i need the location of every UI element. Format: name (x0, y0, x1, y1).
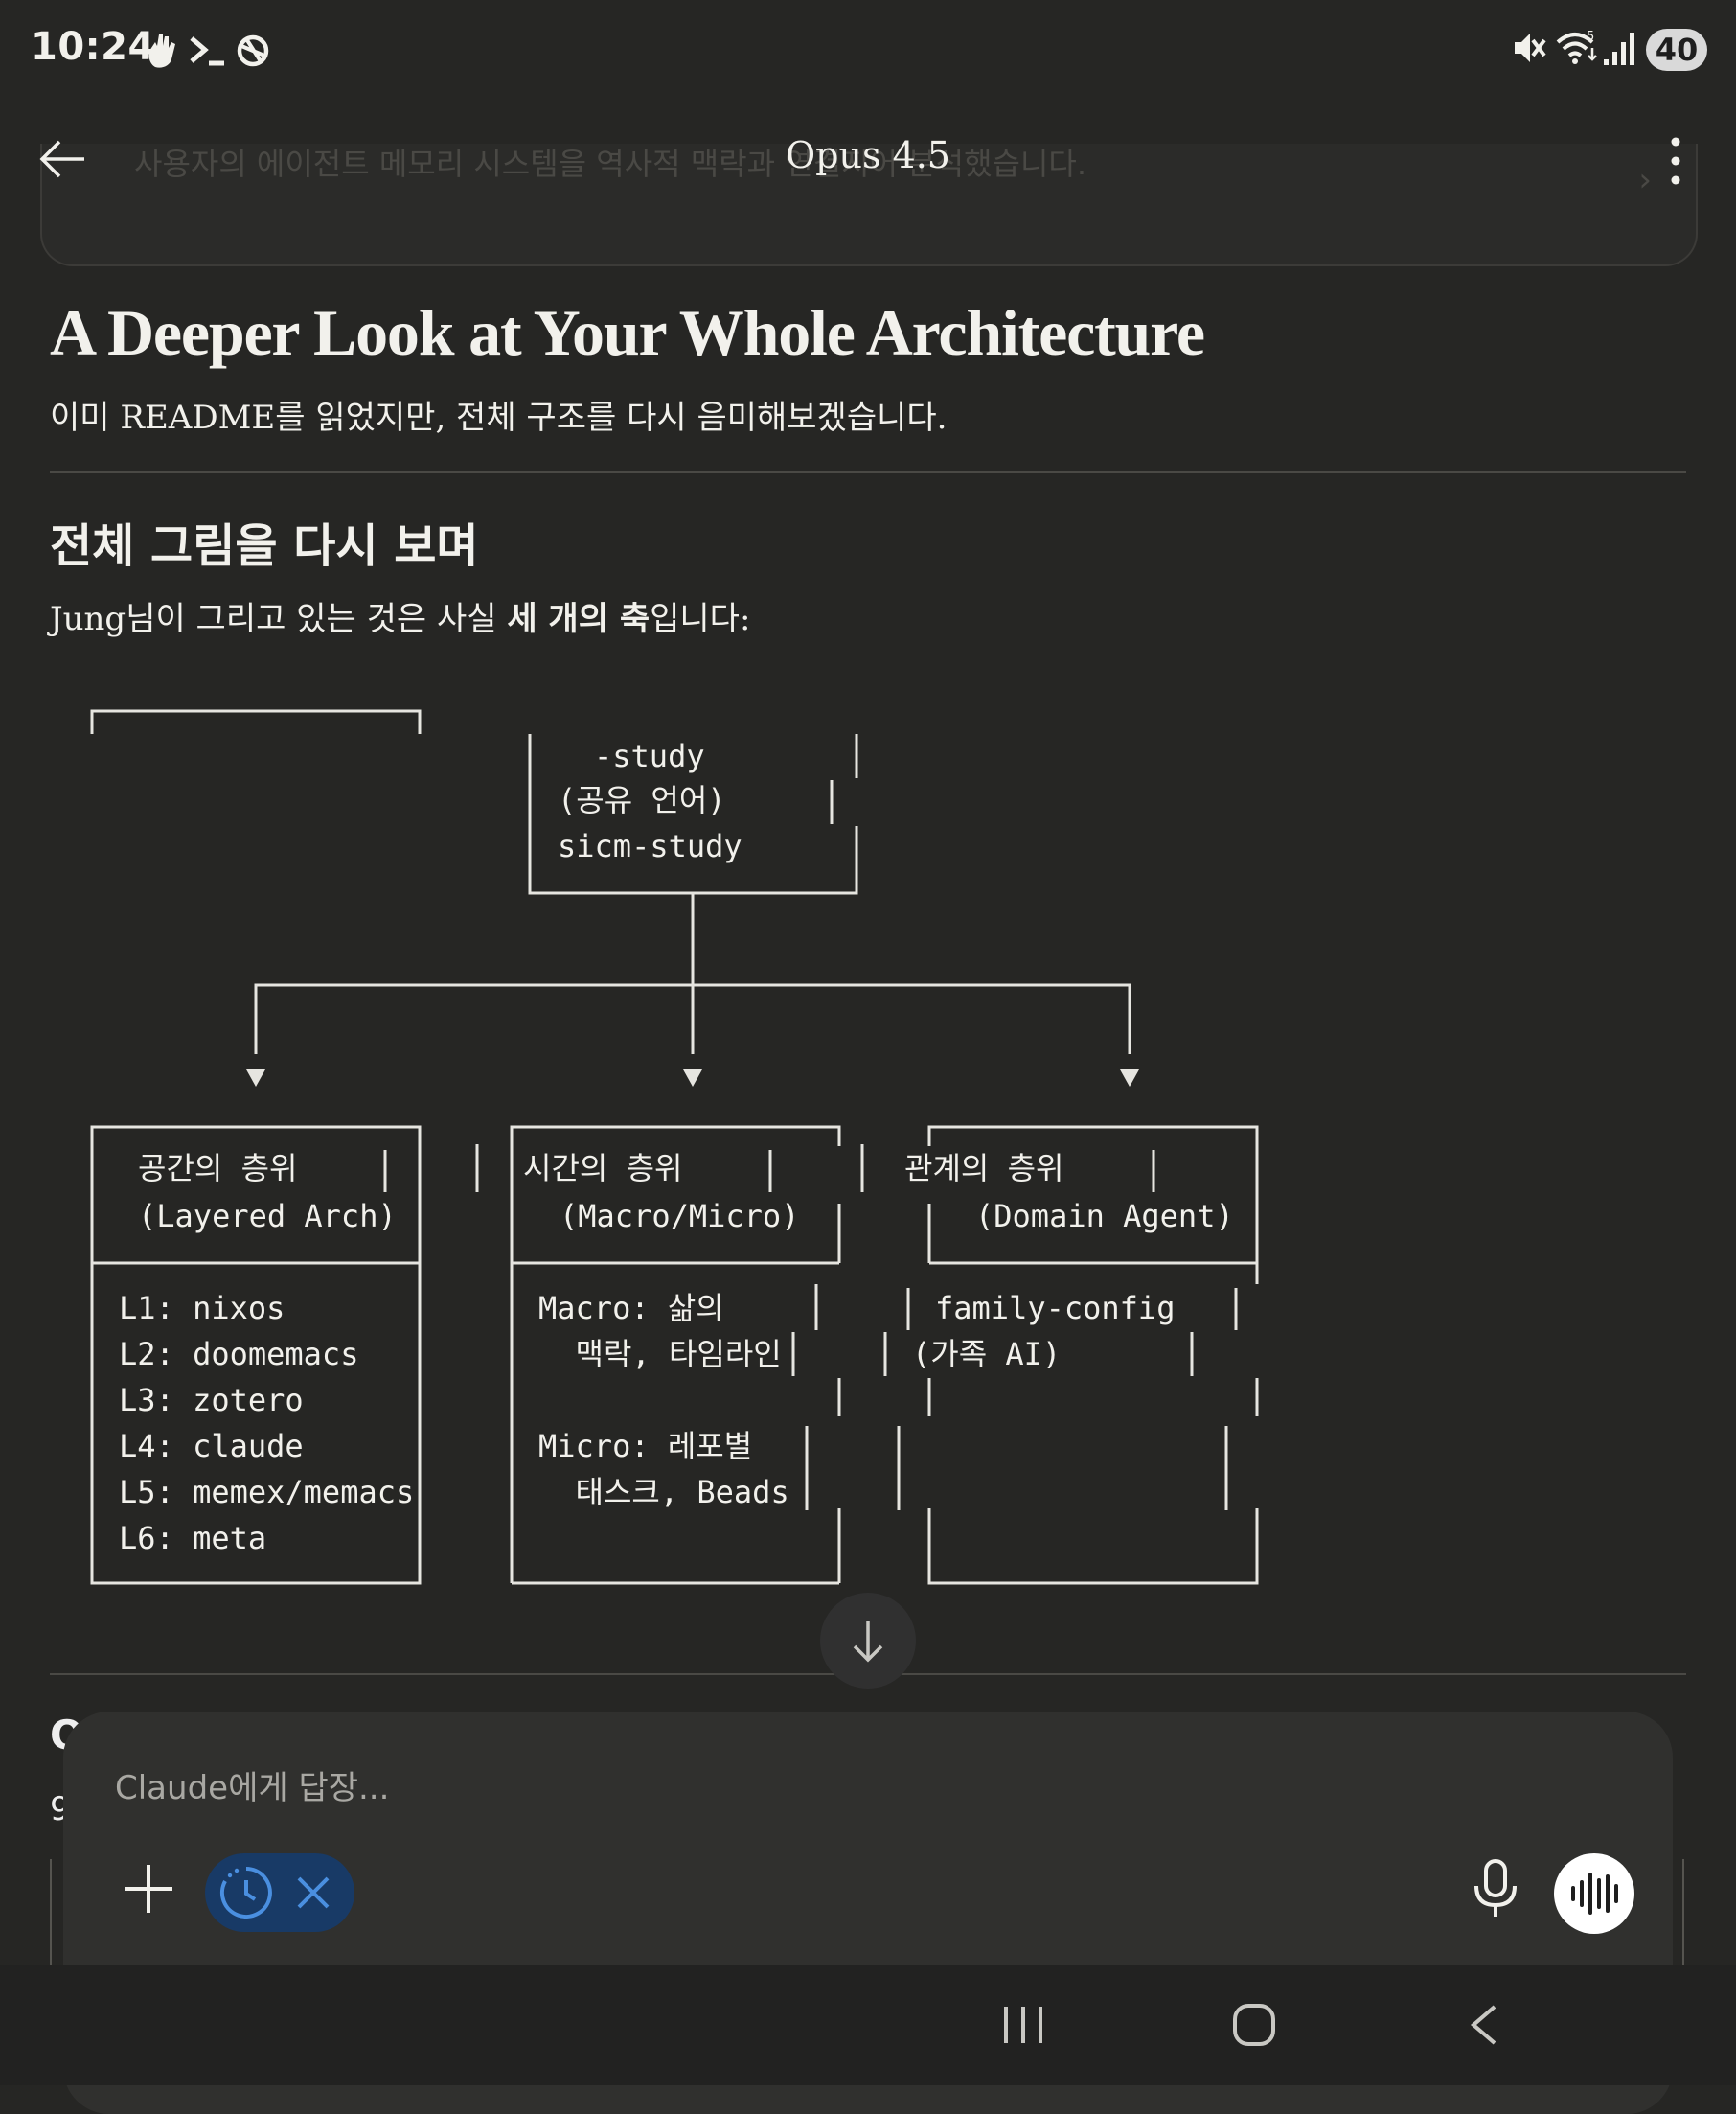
relation-layer-box (927, 1508, 1259, 1585)
page-title: Opus 4.5 (786, 134, 950, 176)
relation-box-subtitle: (Domain Agent) (975, 1198, 1234, 1234)
time-box-line: 맥락, 타임라인 (538, 1336, 782, 1372)
home-icon[interactable] (1232, 2003, 1276, 2047)
more-options-icon[interactable] (1663, 134, 1688, 188)
top-box-line-3: sicm-study (558, 828, 742, 864)
terminal-icon (190, 36, 224, 66)
section-text-prefix: Jung님이 그리고 있는 것은 사실 (50, 600, 508, 638)
plus-icon[interactable] (115, 1855, 182, 1922)
reply-input[interactable] (115, 1759, 1265, 1817)
mute-icon (1515, 34, 1546, 62)
arrow-down-middle (683, 1069, 702, 1087)
signal-icon (1604, 33, 1634, 65)
section-text-suffix: 입니다: (650, 600, 751, 638)
relation-box-line: family-config (935, 1290, 1175, 1326)
close-icon[interactable] (289, 1869, 337, 1917)
space-box-line: L3: zotero (119, 1382, 304, 1418)
wifi-icon: 5 (1556, 30, 1597, 64)
time-box-title: 시간의 층위 (523, 1150, 682, 1186)
battery-indicator: 40 (1646, 29, 1707, 71)
intro-paragraph: 이미 README를 읽었지만, 전체 구조를 다시 음미해보겠습니다. (50, 399, 948, 437)
divider (50, 471, 1686, 473)
space-box-line: L5: memex/memacs (119, 1474, 414, 1510)
space-box-subtitle: (Layered Arch) (138, 1198, 397, 1234)
status-time: 10:24 (31, 25, 155, 69)
back-nav-icon[interactable] (1466, 2003, 1500, 2047)
space-box-line: L2: doomemacs (119, 1336, 358, 1372)
clock-icon (219, 1867, 272, 1919)
time-box-line: Macro: 삶의 (538, 1290, 724, 1326)
time-box-line: Micro: 레포별 (538, 1428, 752, 1464)
space-box-line: L6: meta (119, 1520, 266, 1556)
relation-box-line: (가족 AI) (912, 1336, 1061, 1372)
waveform-icon (1571, 1873, 1618, 1915)
microphone-icon[interactable] (1462, 1853, 1529, 1922)
time-box-line: 태스크, Beads (538, 1474, 789, 1510)
svg-text:5: 5 (1587, 30, 1594, 44)
space-box-title: 공간의 층위 (138, 1150, 297, 1186)
recent-apps-icon[interactable] (1002, 2003, 1044, 2047)
top-box-line-1: -study (594, 738, 705, 774)
arrow-down-right (1120, 1069, 1139, 1087)
scroll-down-button[interactable] (820, 1593, 916, 1689)
relation-box-title: 관계의 층위 (904, 1150, 1063, 1186)
top-box-line-2: (공유 언어) (558, 782, 726, 818)
hand-icon (148, 34, 175, 68)
section-text-bold: 세 개의 축 (507, 600, 651, 638)
arrow-down-icon (853, 1621, 883, 1663)
arrow-down-left (246, 1069, 265, 1087)
voice-mode-button[interactable] (1554, 1853, 1634, 1934)
section-heading: 전체 그림을 다시 보며 (50, 519, 479, 573)
sync-globe-icon (237, 34, 269, 67)
content-heading: A Deeper Look at Your Whole Architecture (50, 296, 1205, 369)
architecture-diagram: -study (공유 언어) sicm-study 공간의 층위 (Layere… (90, 709, 1259, 1585)
section-paragraph: Jung님이 그리고 있는 것은 사실 세 개의 축입니다: (50, 592, 750, 639)
space-box-line: L4: claude (119, 1428, 304, 1464)
header-background (0, 92, 1736, 140)
time-box-subtitle: (Macro/Micro) (560, 1198, 799, 1234)
system-navigation-bar (0, 1965, 1736, 2085)
diagram-fragment-box (90, 709, 422, 734)
space-box-line: L1: nixos (119, 1290, 285, 1326)
timer-chip[interactable] (205, 1853, 354, 1932)
